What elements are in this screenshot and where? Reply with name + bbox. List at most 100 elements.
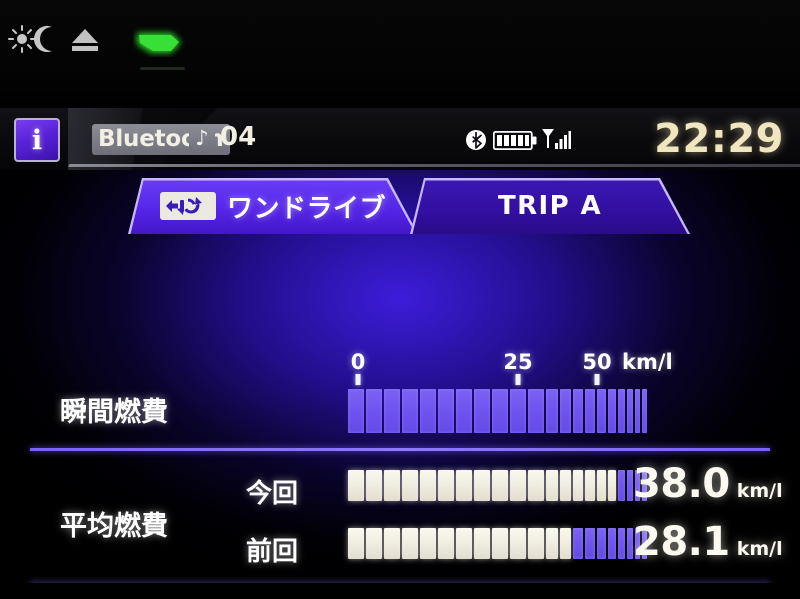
average-prev-readout: 28.1 km/l [633, 519, 783, 565]
tab-bar: ワンドライブ TRIP A [0, 170, 800, 242]
average-now-value: 38.0 [633, 461, 730, 507]
instant-fuel-label: 瞬間燃費 [60, 397, 168, 428]
gauge-content: 0 25 50 km/l 瞬間燃費 平均燃費 今回 38.0 km/l 前回 2… [0, 242, 800, 583]
bar-segment-unlit [348, 389, 364, 433]
track-number: 04 [220, 122, 257, 152]
bar-segment-lit [348, 470, 364, 501]
bar-segment-unlit [456, 389, 472, 433]
bar-segment-lit [348, 528, 364, 559]
instant-fuel-bar [348, 389, 647, 433]
average-prev-bar [348, 528, 647, 559]
scale-tick-50 [594, 374, 600, 385]
bar-segment-unlit [474, 389, 490, 433]
bar-segment-unlit [420, 389, 436, 433]
bar-segment-lit [510, 528, 526, 559]
bar-segment-unlit [597, 389, 606, 433]
bar-segment-unlit [384, 389, 400, 433]
bar-segment-unlit [438, 389, 454, 433]
bar-segment-unlit [492, 389, 508, 433]
bar-segment-lit [384, 470, 400, 501]
tab-label-one-drive: ワンドライブ [226, 193, 386, 224]
average-now-bar [348, 470, 647, 501]
bar-segment-unlit [510, 389, 526, 433]
average-now-label: 今回 [246, 479, 299, 509]
power-indicator-icon[interactable] [133, 23, 193, 57]
bar-segment-lit [546, 470, 558, 501]
bar-segment-unlit [528, 389, 544, 433]
bar-segment-lit [528, 470, 544, 501]
bar-segment-lit [456, 470, 472, 501]
info-icon[interactable]: i [14, 118, 60, 162]
bar-segment-lit [366, 528, 382, 559]
average-now-readout: 38.0 km/l [633, 461, 783, 507]
bar-segment-unlit [573, 389, 583, 433]
bar-segment-unlit [402, 389, 418, 433]
scale-value-0: 0 [350, 350, 366, 374]
infotainment-screenshot: i Bluetooth ♪ 04 22:29 ワンドライブ TRIP A 0 2… [0, 0, 800, 599]
average-fuel-label: 平均燃費 [60, 511, 168, 542]
bezel-divider [140, 67, 185, 70]
bluetooth-icon [466, 128, 486, 152]
bar-segment-lit [492, 528, 508, 559]
bar-segment-lit [438, 528, 454, 559]
divider-1 [30, 448, 770, 451]
clock: 22:29 [654, 116, 784, 162]
bar-segment-lit [560, 470, 571, 501]
bar-segment-lit [438, 470, 454, 501]
bar-segment-unlit [608, 528, 616, 559]
lcd-screen: i Bluetooth ♪ 04 22:29 ワンドライブ TRIP A 0 2… [0, 108, 800, 583]
average-prev-label: 前回 [246, 537, 299, 567]
scale-value-50: 50 [582, 350, 612, 374]
scale-value-25: 25 [503, 350, 533, 374]
scale-tick-25 [515, 374, 521, 385]
bar-segment-lit [420, 528, 436, 559]
bar-segment-unlit [627, 389, 633, 433]
bar-segment-unlit [366, 389, 382, 433]
gauge-scale: 0 25 50 km/l [348, 350, 673, 390]
bar-segment-unlit [560, 389, 571, 433]
bar-segment-unlit [642, 389, 647, 433]
bar-segment-unlit [608, 389, 616, 433]
scale-tick-0 [355, 374, 361, 385]
signal-strength-icon [541, 127, 571, 152]
bar-segment-lit [402, 528, 418, 559]
brightness-day-night-icon[interactable] [8, 22, 64, 56]
bar-segment-unlit [618, 389, 625, 433]
average-now-unit: km/l [736, 480, 783, 502]
bar-segment-unlit [618, 528, 625, 559]
bar-segment-unlit [635, 389, 640, 433]
bar-segment-lit [402, 470, 418, 501]
bar-segment-lit [528, 528, 544, 559]
bar-segment-lit [585, 470, 595, 501]
bar-segment-lit [456, 528, 472, 559]
bar-segment-unlit [546, 389, 558, 433]
bar-segment-lit [597, 470, 606, 501]
average-prev-unit: km/l [736, 538, 783, 560]
bar-segment-lit [366, 470, 382, 501]
tab-trip-a[interactable]: TRIP A [410, 178, 690, 234]
screen-bottom-edge [0, 583, 800, 599]
average-prev-value: 28.1 [633, 519, 730, 565]
status-bar: i Bluetooth ♪ 04 22:29 [0, 108, 800, 170]
bar-segment-unlit [618, 470, 625, 501]
bar-segment-lit [492, 470, 508, 501]
music-note-icon: ♪ [189, 124, 215, 153]
bar-segment-lit [546, 528, 558, 559]
bar-segment-unlit [585, 389, 595, 433]
eject-icon[interactable] [60, 22, 110, 56]
one-drive-icon [159, 192, 216, 220]
bar-segment-lit [474, 528, 490, 559]
tab-label-trip-a: TRIP A [497, 191, 603, 221]
bar-segment-lit [573, 470, 583, 501]
bar-segment-unlit [585, 528, 595, 559]
tab-one-drive[interactable]: ワンドライブ [128, 178, 418, 234]
bar-segment-lit [560, 528, 571, 559]
bar-segment-lit [420, 470, 436, 501]
status-bar-underline [68, 164, 800, 167]
bar-segment-unlit [573, 528, 583, 559]
bar-segment-unlit [597, 528, 606, 559]
bar-segment-lit [510, 470, 526, 501]
battery-full-icon [492, 130, 537, 151]
bar-segment-lit [608, 470, 616, 501]
bar-segment-lit [384, 528, 400, 559]
